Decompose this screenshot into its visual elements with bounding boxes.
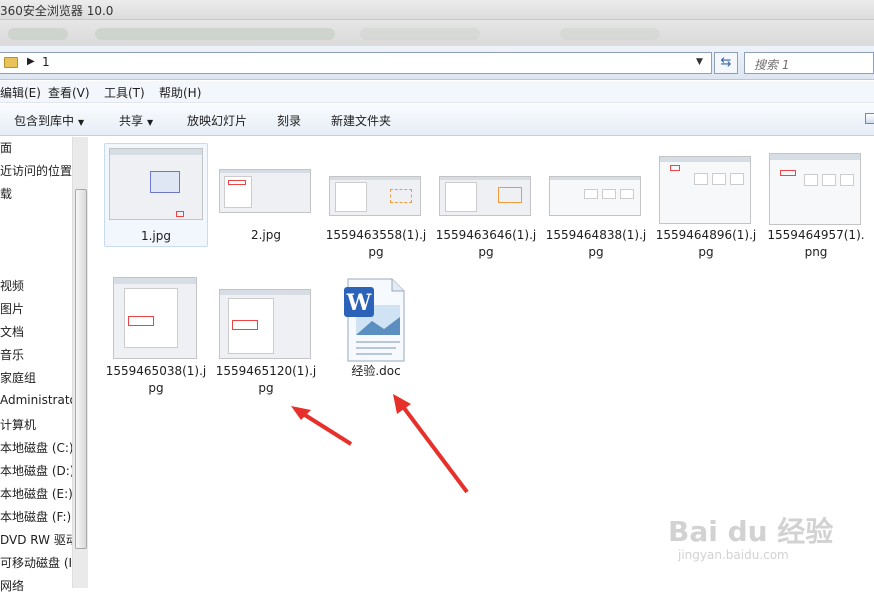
- burn-button[interactable]: 刻录: [277, 112, 301, 129]
- chevron-down-icon: ▼: [78, 118, 85, 127]
- red-arrow-annotation: [291, 406, 353, 446]
- slideshow-button[interactable]: 放映幻灯片: [187, 112, 247, 129]
- file-item[interactable]: 1559465038(1).jpg: [104, 275, 208, 399]
- address-field[interactable]: ▶ 1 ▼: [0, 52, 712, 74]
- nav-item-computer[interactable]: 计算机: [0, 416, 72, 433]
- new-folder-button[interactable]: 新建文件夹: [331, 112, 391, 129]
- command-toolbar: 包含到库中 ▼ 共享 ▼ 放映幻灯片 刻录 新建文件夹: [0, 104, 874, 136]
- nav-item-drive-d[interactable]: 本地磁盘 (D:): [0, 462, 72, 479]
- file-item[interactable]: 1559463646(1).jpg: [434, 143, 538, 259]
- nav-item-downloads[interactable]: 载: [0, 185, 72, 202]
- nav-item-removable-i[interactable]: 可移动磁盘 (I:): [0, 554, 72, 571]
- nav-item-homegroup[interactable]: 家庭组: [0, 369, 72, 386]
- include-in-library-button[interactable]: 包含到库中 ▼: [14, 112, 84, 129]
- file-item[interactable]: 1559464957(1).png: [764, 143, 868, 259]
- file-item[interactable]: 1.jpg: [104, 143, 208, 247]
- nav-item-recent-places[interactable]: 近访问的位置: [0, 162, 72, 179]
- file-name: 1559465038(1).jpg: [105, 364, 207, 395]
- menu-bar: 编辑(E) 查看(V) 工具(T) 帮助(H): [0, 81, 874, 103]
- nav-scrollbar[interactable]: [72, 137, 88, 588]
- address-dropdown-icon[interactable]: ▼: [696, 57, 703, 67]
- breadcrumb-arrow-icon[interactable]: ▶: [27, 56, 35, 67]
- preview-pane-icon[interactable]: [865, 113, 874, 124]
- file-name: 经验.doc: [351, 364, 401, 378]
- nav-item-administrator[interactable]: Administrator: [0, 393, 72, 407]
- file-item[interactable]: 1559465120(1).jpg: [214, 275, 318, 399]
- menu-edit[interactable]: 编辑(E): [0, 84, 41, 101]
- file-thumbnail: [219, 289, 311, 359]
- file-thumbnail: [549, 176, 641, 216]
- address-bar-row: ▶ 1 ▼ ⇆ 搜索 1: [0, 46, 874, 80]
- file-thumbnail: [329, 176, 421, 216]
- folder-icon: [4, 57, 18, 68]
- file-name: 1559464896(1).jpg: [655, 228, 757, 259]
- nav-item-network[interactable]: 网络: [0, 577, 72, 594]
- nav-item-drive-c[interactable]: 本地磁盘 (C:): [0, 439, 72, 456]
- share-button[interactable]: 共享 ▼: [119, 112, 153, 129]
- include-in-library-label: 包含到库中: [14, 114, 75, 128]
- search-placeholder: 搜索 1: [754, 58, 790, 72]
- breadcrumb-folder[interactable]: 1: [42, 55, 50, 69]
- file-item[interactable]: W 经验.doc: [324, 275, 428, 399]
- file-item[interactable]: 2.jpg: [214, 143, 318, 247]
- baidu-jingyan-watermark: Bai du 经验 jingyan.baidu.com: [668, 510, 833, 562]
- file-thumbnail: [769, 153, 861, 225]
- search-input[interactable]: 搜索 1: [744, 52, 874, 74]
- menu-view[interactable]: 查看(V): [48, 84, 90, 101]
- file-thumbnail: [439, 176, 531, 216]
- nav-item-videos[interactable]: 视频: [0, 277, 72, 294]
- file-name: 1559463558(1).jpg: [325, 228, 427, 259]
- file-name: 2.jpg: [250, 228, 282, 242]
- file-thumbnail: [659, 156, 751, 224]
- share-label: 共享: [119, 114, 144, 128]
- nav-item-music[interactable]: 音乐: [0, 346, 72, 363]
- nav-item-dvd-drive[interactable]: DVD RW 驱动器: [0, 531, 72, 548]
- watermark-url: jingyan.baidu.com: [678, 548, 789, 562]
- nav-item-desktop[interactable]: 面: [0, 139, 72, 156]
- svg-text:W: W: [346, 290, 372, 316]
- file-name: 1559464838(1).jpg: [545, 228, 647, 259]
- file-item[interactable]: 1559464838(1).jpg: [544, 143, 648, 259]
- refresh-button[interactable]: ⇆: [714, 52, 738, 74]
- file-name: 1559465120(1).jpg: [215, 364, 317, 395]
- nav-item-documents[interactable]: 文档: [0, 323, 72, 340]
- file-name: 1.jpg: [140, 229, 172, 243]
- file-thumbnail: [113, 277, 197, 359]
- file-name: 1559464957(1).png: [767, 228, 865, 259]
- menu-tools[interactable]: 工具(T): [104, 84, 145, 101]
- menu-help[interactable]: 帮助(H): [159, 84, 201, 101]
- file-thumbnail: [109, 148, 203, 220]
- file-thumbnail: [219, 169, 311, 213]
- word-document-icon: W: [344, 277, 406, 363]
- window-title: 360安全浏览器 10.0: [0, 4, 114, 18]
- nav-item-drive-f[interactable]: 本地磁盘 (F:): [0, 508, 72, 525]
- nav-item-pictures[interactable]: 图片: [0, 300, 72, 317]
- chevron-down-icon: ▼: [147, 118, 154, 127]
- scrollbar-thumb[interactable]: [75, 189, 87, 549]
- red-arrow-annotation: [393, 394, 469, 494]
- watermark-logo: Bai du 经验: [668, 515, 834, 548]
- nav-item-drive-e[interactable]: 本地磁盘 (E:): [0, 485, 72, 502]
- file-item[interactable]: 1559464896(1).jpg: [654, 143, 758, 259]
- file-item[interactable]: 1559463558(1).jpg: [324, 143, 428, 259]
- window-titlebar: 360安全浏览器 10.0: [0, 0, 874, 20]
- file-name: 1559463646(1).jpg: [435, 228, 537, 259]
